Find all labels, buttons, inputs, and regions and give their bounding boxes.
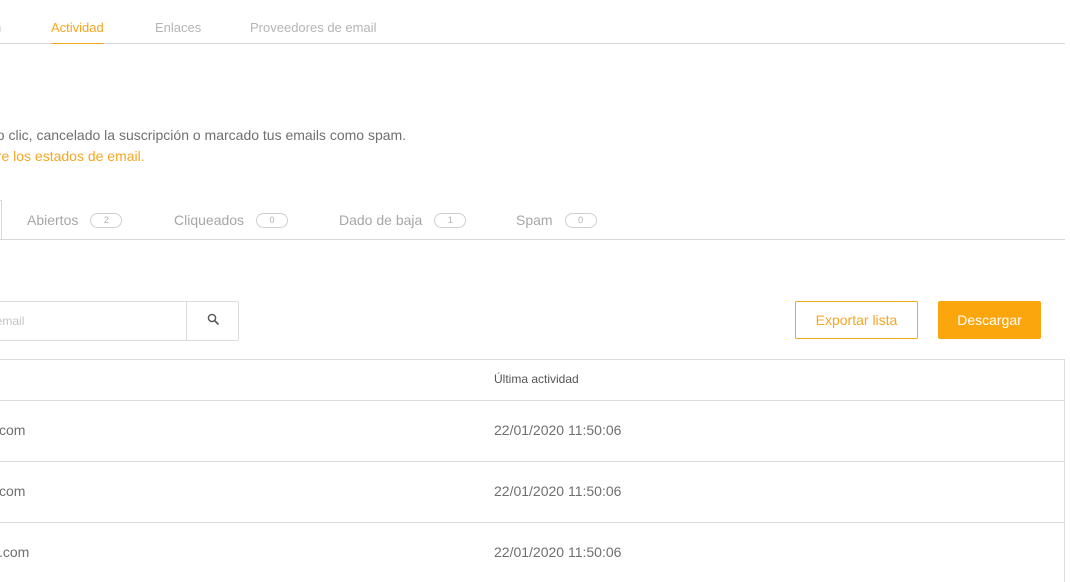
clicked-count-badge: 0 bbox=[256, 212, 289, 228]
email-status-help-link[interactable]: bre los estados de email. bbox=[0, 146, 406, 167]
search-button[interactable] bbox=[186, 302, 238, 340]
row-last-activity: 22/01/2020 11:50:06 bbox=[494, 483, 622, 499]
table-row[interactable]: com 22/01/2020 11:50:06 bbox=[0, 462, 1064, 523]
spam-count-badge: 0 bbox=[564, 212, 597, 228]
description-text: no clic, cancelado la suscripción o marc… bbox=[0, 127, 407, 143]
download-button[interactable]: Descargar bbox=[938, 301, 1041, 339]
tab-clicked[interactable]: Cliqueados 0 bbox=[174, 212, 289, 228]
activity-table: Última actividad com 22/01/2020 11:50:06… bbox=[0, 359, 1065, 582]
status-filter-tabs: Abiertos 2 Cliqueados 0 Dado de baja 1 S… bbox=[0, 200, 1065, 240]
tab-links[interactable]: Enlaces bbox=[155, 20, 201, 35]
unsubscribed-count-badge: 1 bbox=[434, 212, 467, 228]
row-last-activity: 22/01/2020 11:50:06 bbox=[494, 422, 622, 438]
tab-opened[interactable]: Abiertos 2 bbox=[27, 212, 123, 228]
activity-description: no clic, cancelado la suscripción o marc… bbox=[0, 125, 406, 167]
table-header: Última actividad bbox=[0, 360, 1064, 401]
row-email: com bbox=[0, 483, 26, 499]
tab-email-providers[interactable]: Proveedores de email bbox=[250, 20, 376, 35]
search-input[interactable] bbox=[0, 302, 186, 340]
opened-count-badge: 2 bbox=[90, 212, 123, 228]
email-search bbox=[0, 301, 239, 341]
tab-unsubscribed-label: Dado de baja bbox=[339, 212, 423, 228]
table-row[interactable]: com 22/01/2020 11:50:06 bbox=[0, 401, 1064, 462]
tab-activity[interactable]: Actividad bbox=[51, 20, 104, 44]
row-last-activity: 22/01/2020 11:50:06 bbox=[494, 544, 622, 560]
export-list-button[interactable]: Exportar lista bbox=[795, 301, 918, 339]
tab-all-edge[interactable] bbox=[0, 200, 2, 240]
row-email: .com bbox=[0, 544, 30, 560]
report-tabs: n Actividad Enlaces Proveedores de email bbox=[0, 0, 1065, 44]
row-email: com bbox=[0, 422, 26, 438]
tab-spam[interactable]: Spam 0 bbox=[516, 212, 597, 228]
last-activity-column-header[interactable]: Última actividad bbox=[494, 372, 579, 386]
tab-unsubscribed[interactable]: Dado de baja 1 bbox=[339, 212, 467, 228]
tab-summary[interactable]: n bbox=[0, 20, 1, 35]
tab-clicked-label: Cliqueados bbox=[174, 212, 245, 228]
tab-spam-label: Spam bbox=[516, 212, 553, 228]
search-icon bbox=[207, 312, 219, 330]
tab-opened-label: Abiertos bbox=[27, 212, 79, 228]
table-row[interactable]: .com 22/01/2020 11:50:06 bbox=[0, 523, 1064, 582]
